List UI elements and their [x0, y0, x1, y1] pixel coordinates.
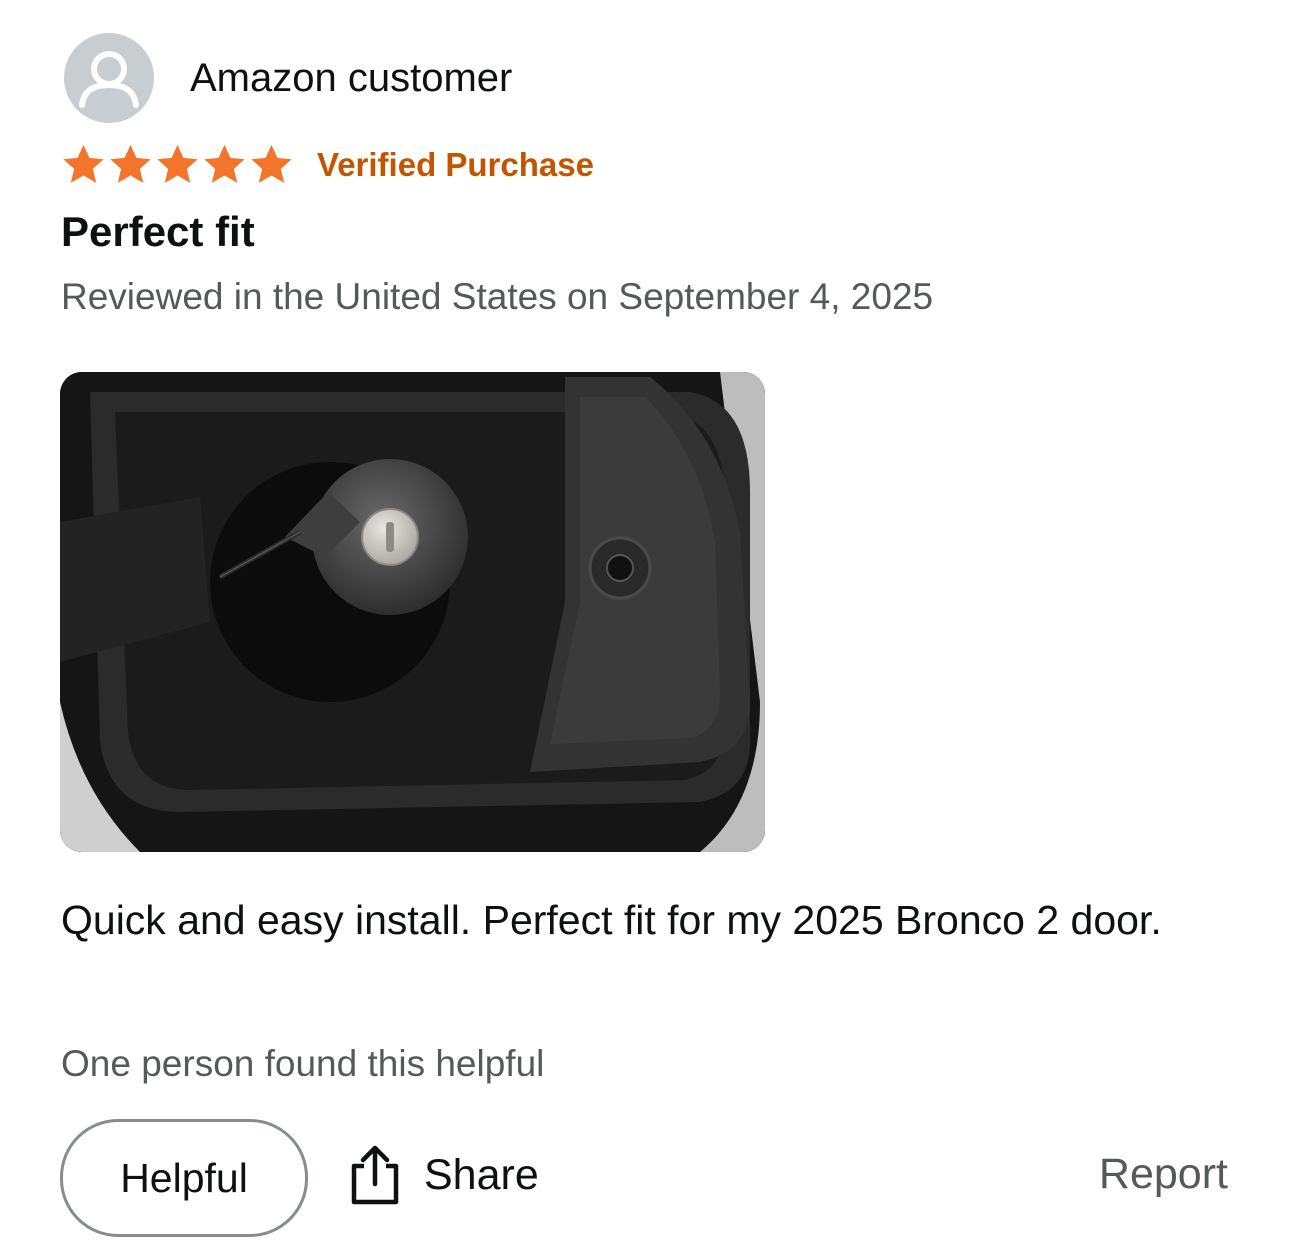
star-icon: [63, 144, 104, 183]
verified-purchase-badge: Verified Purchase: [317, 146, 594, 183]
fuel-door-photo: [60, 372, 765, 852]
star-icon: [204, 144, 245, 183]
review-body: Quick and easy install. Perfect fit for …: [61, 897, 1162, 943]
star-icon: [251, 144, 292, 183]
helpful-button[interactable]: Helpful: [60, 1119, 308, 1237]
share-button[interactable]: Share: [350, 1140, 539, 1210]
share-icon: [351, 1145, 399, 1205]
helpful-count: One person found this helpful: [61, 1043, 545, 1084]
star-rating[interactable]: [60, 142, 295, 188]
avatar[interactable]: [64, 33, 154, 123]
reviewer-profile[interactable]: Amazon customer: [64, 33, 512, 123]
star-icon: [157, 144, 198, 183]
report-link[interactable]: Report: [1099, 1150, 1228, 1199]
star-icon: [110, 144, 151, 183]
customer-review: Amazon customer Verified Purchase Perfec…: [0, 0, 1290, 1240]
user-silhouette-icon: [79, 51, 139, 108]
review-photo[interactable]: [60, 372, 765, 852]
share-label: Share: [424, 1150, 539, 1199]
review-date: Reviewed in the United States on Septemb…: [61, 276, 934, 317]
reviewer-name[interactable]: Amazon customer: [190, 56, 512, 101]
review-title: Perfect fit: [61, 208, 255, 255]
rating-row: Verified Purchase: [60, 140, 594, 190]
